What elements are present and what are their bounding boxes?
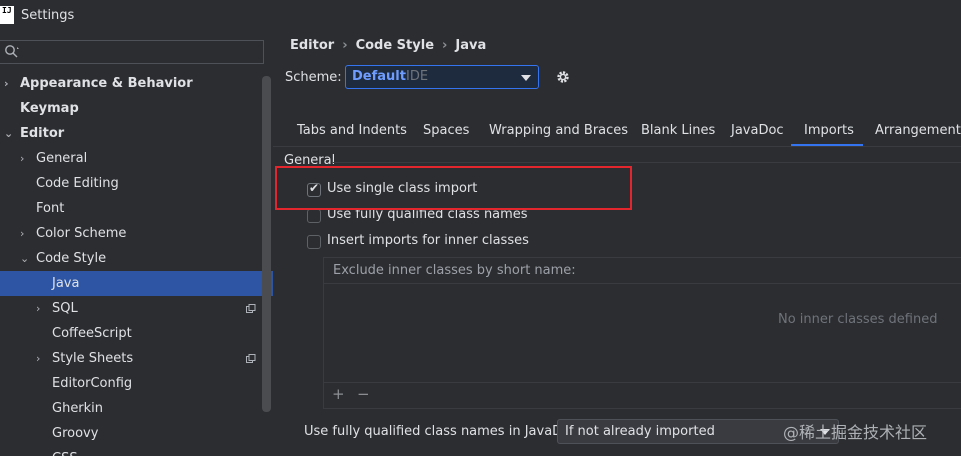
sidebar-item-label: Gherkin [52,401,104,416]
chevron-right-icon[interactable]: › [20,221,32,246]
tab-tabs-and-indents[interactable]: Tabs and Indents [297,123,407,138]
scheme-sub: IDE [406,69,429,84]
list-toolbar: + − [324,382,961,408]
tab-arrangement[interactable]: Arrangement [875,123,961,138]
sidebar-item-color-scheme[interactable]: › Color Scheme [0,221,273,246]
sidebar-item-label: CSS [52,446,78,456]
sidebar-item-keymap[interactable]: Keymap [0,96,273,121]
sidebar-item-coffeescript[interactable]: CoffeeScript [0,321,273,346]
breadcrumb-separator: › [342,38,348,53]
empty-list-text: No inner classes defined [778,312,938,327]
breadcrumb: Editor › Code Style › Java [290,38,486,53]
sidebar-item-label: General [36,151,88,166]
sidebar-item-label: Code Style [36,251,107,266]
tab-wrapping-and-braces[interactable]: Wrapping and Braces [489,123,628,138]
breadcrumb-item: Java [455,38,487,53]
sidebar-item-editor[interactable]: ⌄ Editor [0,121,273,146]
search-input[interactable] [0,40,264,64]
app-logo: IJ [0,6,14,24]
tab-bar: Tabs and Indents Spaces Wrapping and Brace… [273,114,961,147]
scheme-dropdown[interactable]: Default IDE [345,65,539,89]
copy-icon [246,304,256,313]
sidebar-item-label: EditorConfig [52,376,133,391]
settings-tree: › Appearance & Behavior Keymap ⌄ Editor › Gene… [0,71,273,456]
sidebar-item-label: Code Editing [36,176,119,191]
annotation-highlight-box [275,166,632,210]
settings-sidebar: › Appearance & Behavior Keymap ⌄ Editor › Gene… [0,32,273,456]
tab-spaces[interactable]: Spaces [423,123,469,138]
sidebar-item-general[interactable]: › General [0,146,273,171]
sidebar-item-label: Style Sheets [52,351,134,366]
sidebar-item-editorconfig[interactable]: EditorConfig [0,371,273,396]
active-tab-indicator [791,144,863,146]
tab-imports[interactable]: Imports [804,123,854,138]
sidebar-item-css[interactable]: CSS [0,446,273,456]
sidebar-item-sql[interactable]: › SQL [0,296,273,321]
list-header: Exclude inner classes by short name: [324,258,961,284]
sidebar-item-font[interactable]: Font [0,196,273,221]
sidebar-item-appearance-behavior[interactable]: › Appearance & Behavior [0,71,273,96]
tab-blank-lines[interactable]: Blank Lines [641,123,715,138]
gear-icon[interactable] [555,69,571,85]
sidebar-item-groovy[interactable]: Groovy [0,421,273,446]
search-icon [5,45,19,58]
sidebar-item-label: CoffeeScript [52,326,132,341]
breadcrumb-item[interactable]: Code Style [356,38,434,53]
checkbox-box[interactable] [307,235,321,249]
breadcrumb-item[interactable]: Editor [290,38,334,53]
chevron-down-icon[interactable]: ⌄ [4,121,16,146]
chevron-right-icon[interactable]: › [20,146,32,171]
sidebar-item-label: Color Scheme [36,226,127,241]
checkbox-box[interactable] [307,209,321,223]
sidebar-item-code-editing[interactable]: Code Editing [0,171,273,196]
sidebar-item-label: Editor [20,126,65,141]
sidebar-item-code-style[interactable]: ⌄ Code Style [0,246,273,271]
exclude-inner-classes-list[interactable]: Exclude inner classes by short name: No … [323,257,961,409]
checkbox-label: Insert imports for inner classes [327,233,529,248]
scheme-label: Scheme: [285,70,342,85]
title-bar: IJ Settings [0,0,961,32]
breadcrumb-separator: › [442,38,448,53]
chevron-down-icon[interactable]: ⌄ [20,246,32,271]
scheme-value: Default [352,69,406,84]
chevron-right-icon[interactable]: › [4,71,16,96]
sidebar-item-label: SQL [52,301,78,316]
tab-javadoc[interactable]: JavaDoc [731,123,784,138]
sidebar-item-label: Font [36,201,65,216]
copy-icon [246,354,256,363]
main-panel: Editor › Code Style › Java Scheme: Default I… [273,32,961,456]
chevron-right-icon[interactable]: › [36,296,48,321]
sidebar-item-gherkin[interactable]: Gherkin [0,396,273,421]
sidebar-item-label: Java [52,276,80,291]
javadoc-label: Use fully qualified class names in JavaD… [304,424,582,439]
watermark: @稀土掘金技术社区 [783,423,928,442]
section-divider [333,162,961,163]
chevron-right-icon[interactable]: › [36,346,48,371]
window-title: Settings [21,8,75,23]
sidebar-item-style-sheets[interactable]: › Style Sheets [0,346,273,371]
chevron-down-icon [521,75,531,81]
sidebar-item-label: Groovy [52,426,99,441]
sidebar-item-label: Keymap [20,101,79,116]
sidebar-item-java[interactable]: Java [0,271,273,296]
add-icon[interactable]: + [332,385,345,403]
javadoc-value: If not already imported [565,424,715,439]
sidebar-item-label: Appearance & Behavior [20,76,193,91]
sidebar-scrollbar[interactable] [262,76,271,412]
remove-icon[interactable]: − [357,385,370,403]
